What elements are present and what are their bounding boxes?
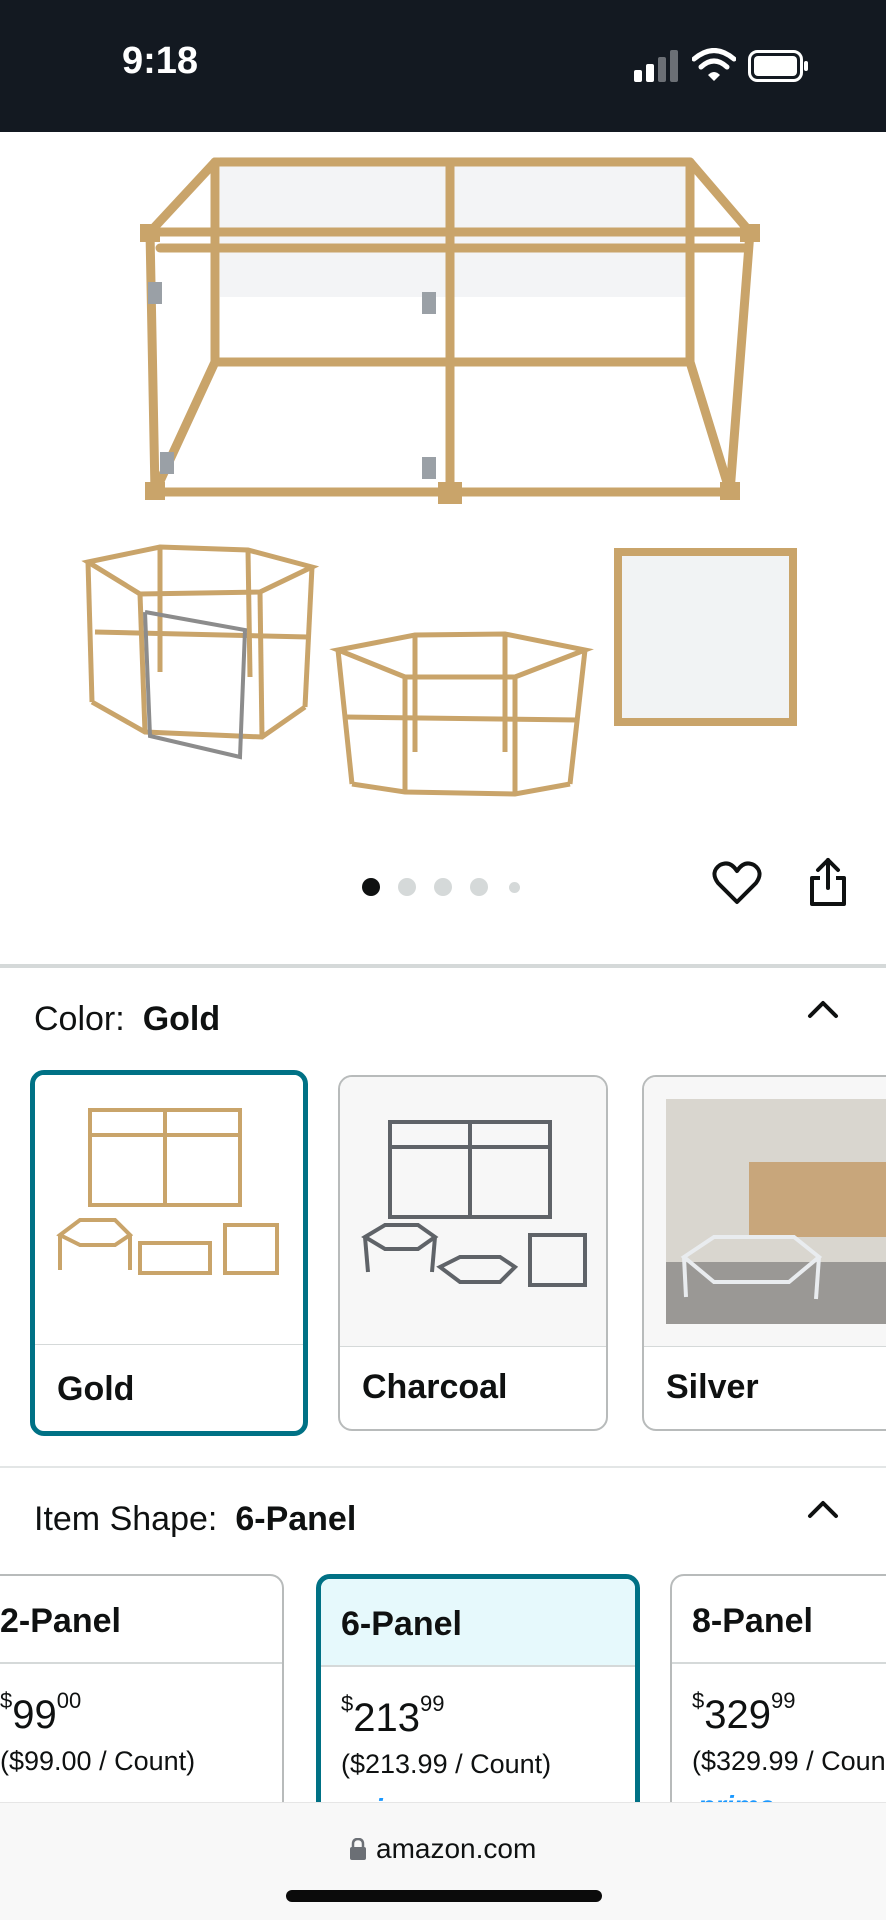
gallery-dot[interactable] xyxy=(398,878,416,896)
gallery-dot[interactable] xyxy=(509,882,520,893)
color-option-label: Gold xyxy=(57,1370,135,1408)
cellular-signal-icon xyxy=(634,50,678,82)
color-selected-value: Gold xyxy=(142,1000,221,1038)
item-shape-label: Item Shape: xyxy=(34,1500,218,1538)
silver-playpen-thumbnail xyxy=(666,1099,886,1324)
charcoal-playpen-thumbnail xyxy=(361,1120,587,1287)
color-selector-header[interactable]: Color: Gold xyxy=(34,1000,220,1039)
option-price: $9900 xyxy=(0,1688,81,1738)
item-shape-selected-value: 6-Panel xyxy=(235,1500,357,1538)
product-image-gallery[interactable] xyxy=(0,132,886,952)
option-header: 8-Panel xyxy=(672,1576,886,1664)
color-option-charcoal[interactable]: Charcoal xyxy=(338,1075,608,1431)
price-symbol: $ xyxy=(341,1691,354,1716)
price-fraction: 99 xyxy=(420,1691,445,1716)
status-bar: 9:18 xyxy=(0,0,886,132)
option-price: $21399 xyxy=(341,1691,444,1741)
status-time: 9:18 xyxy=(122,40,199,82)
home-indicator[interactable] xyxy=(286,1890,602,1902)
color-option-gold[interactable]: Gold xyxy=(30,1070,308,1436)
item-shape-option-8-panel[interactable]: 8-Panel $32999 ($329.99 / Count) prime xyxy=(670,1574,886,1834)
url-domain: amazon.com xyxy=(376,1833,537,1864)
option-title: 2-Panel xyxy=(0,1602,121,1640)
price-symbol: $ xyxy=(0,1688,13,1713)
price-whole: 213 xyxy=(353,1696,420,1740)
option-header: 2-Panel xyxy=(0,1576,282,1664)
section-divider xyxy=(0,1466,886,1468)
color-option-label: Charcoal xyxy=(362,1368,508,1406)
color-option-image xyxy=(340,1077,606,1347)
wifi-icon xyxy=(692,48,736,81)
option-header: 6-Panel xyxy=(321,1579,635,1667)
color-option-silver[interactable]: Silver xyxy=(642,1075,886,1431)
share-icon[interactable] xyxy=(806,856,850,908)
item-shape-option-6-panel[interactable]: 6-Panel $21399 ($213.99 / Count) prime xyxy=(316,1574,640,1834)
option-unit-price: ($213.99 / Count) xyxy=(341,1749,552,1779)
product-image xyxy=(81,157,797,797)
gallery-dot[interactable] xyxy=(470,878,488,896)
battery-icon xyxy=(748,50,808,82)
url-display[interactable]: amazon.com xyxy=(350,1833,536,1865)
price-whole: 99 xyxy=(12,1693,57,1737)
option-title: 6-Panel xyxy=(341,1605,462,1643)
lock-icon xyxy=(350,1838,366,1860)
option-unit-price: ($329.99 / Count) xyxy=(692,1746,886,1776)
gallery-dot[interactable] xyxy=(434,878,452,896)
item-shape-option-2-panel[interactable]: 2-Panel $9900 ($99.00 / Count) xyxy=(0,1574,284,1834)
option-price: $32999 xyxy=(692,1688,795,1738)
browser-address-bar[interactable]: amazon.com xyxy=(0,1802,886,1920)
color-option-image xyxy=(35,1075,303,1345)
item-shape-selector-header[interactable]: Item Shape: 6-Panel xyxy=(34,1500,356,1539)
price-fraction: 99 xyxy=(771,1688,796,1713)
color-option-image xyxy=(644,1077,886,1347)
option-unit-price: ($99.00 / Count) xyxy=(0,1746,196,1776)
gallery-dot-active[interactable] xyxy=(362,878,380,896)
heart-icon[interactable] xyxy=(712,858,762,908)
option-title: 8-Panel xyxy=(692,1602,813,1640)
color-label: Color: xyxy=(34,1000,125,1038)
price-whole: 329 xyxy=(704,1693,771,1737)
section-divider xyxy=(0,964,886,968)
gold-playpen-thumbnail xyxy=(56,1108,279,1275)
chevron-up-icon[interactable] xyxy=(806,1498,840,1520)
price-symbol: $ xyxy=(692,1688,705,1713)
color-option-label: Silver xyxy=(666,1368,759,1406)
chevron-up-icon[interactable] xyxy=(806,998,840,1020)
price-fraction: 00 xyxy=(56,1688,82,1713)
